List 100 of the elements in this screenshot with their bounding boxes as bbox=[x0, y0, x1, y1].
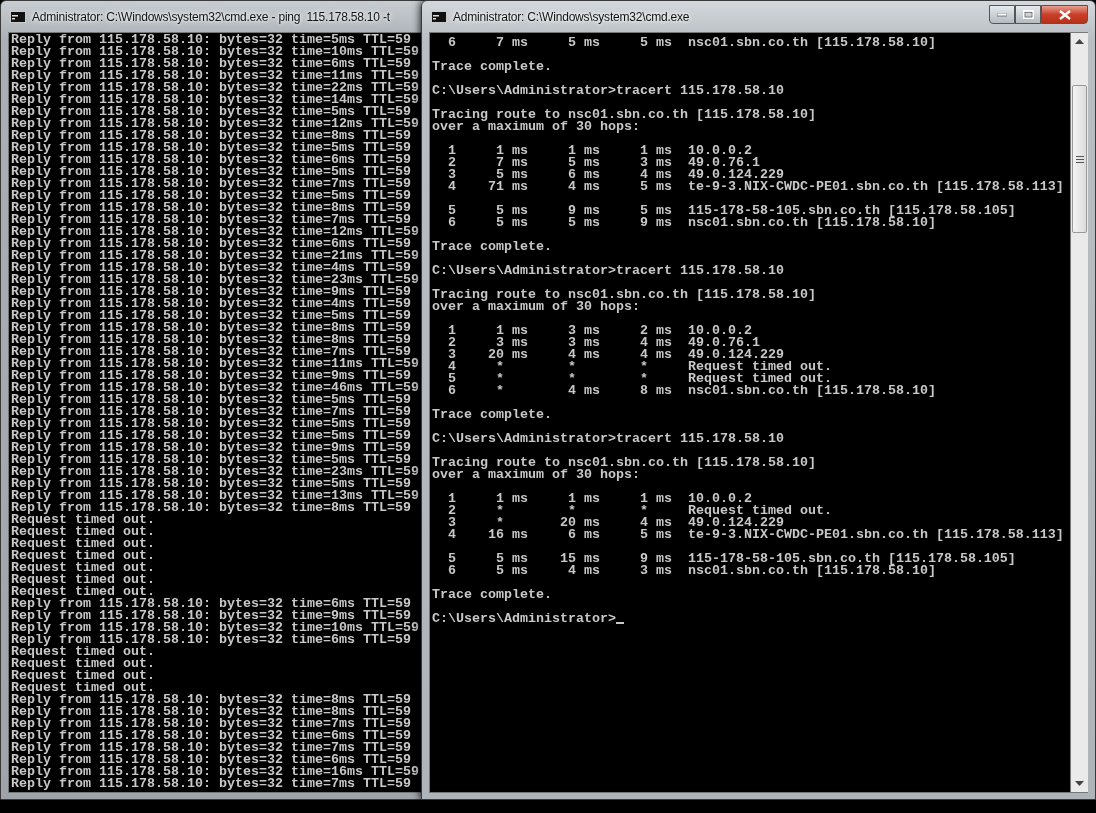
grip-icon bbox=[1075, 155, 1084, 163]
console-line: Request timed out. bbox=[11, 526, 155, 538]
console-line: Reply from 115.178.58.10: bytes=32 time=6ms TTL=59 bbox=[11, 58, 411, 70]
command-prompt[interactable]: C:\Users\Administrator> bbox=[432, 613, 616, 625]
scroll-up-icon[interactable] bbox=[1075, 39, 1084, 44]
maximize-button[interactable] bbox=[1015, 5, 1041, 24]
console-line: Request timed out. bbox=[11, 670, 155, 682]
console-line: Reply from 115.178.58.10: bytes=32 time=8ms TTL=59 bbox=[11, 502, 411, 514]
console-line: Reply from 115.178.58.10: bytes=32 time=6ms TTL=59 bbox=[11, 754, 411, 766]
console-line: 2 7 ms 5 ms 3 ms 49.0.76.1 bbox=[447, 157, 760, 169]
console-line: 6 5 ms 5 ms 9 ms nsc01.sbn.co.th [115.178.58.10] bbox=[447, 217, 936, 229]
console-line: over a maximum of 30 hops: bbox=[432, 121, 640, 133]
console-line: Trace complete. bbox=[432, 589, 552, 601]
console-line: Reply from 115.178.58.10: bytes=32 time=9ms TTL=59 bbox=[11, 610, 411, 622]
console-line: Reply from 115.178.58.10: bytes=32 time=5ms TTL=59 bbox=[11, 310, 411, 322]
console-line: 3 * 20 ms 4 ms 49.0.124.229 bbox=[447, 517, 784, 529]
console-line: Reply from 115.178.58.10: bytes=32 time=8ms TTL=59 bbox=[11, 130, 411, 142]
console-line: Reply from 115.178.58.10: bytes=32 time=5ms TTL=59 bbox=[11, 106, 411, 118]
console-line: Reply from 115.178.58.10: bytes=32 time=5ms TTL=59 bbox=[11, 478, 411, 490]
console-line: Reply from 115.178.58.10: bytes=32 time=5ms TTL=59 bbox=[11, 418, 411, 430]
console-line: Reply from 115.178.58.10: bytes=32 time=12ms TTL=59 bbox=[11, 118, 419, 130]
console-line: Reply from 115.178.58.10: bytes=32 time=23ms TTL=59 bbox=[11, 466, 419, 478]
console-line: 2 * * * Request timed out. bbox=[447, 505, 832, 517]
minimize-icon bbox=[997, 12, 1007, 17]
console-line: Reply from 115.178.58.10: bytes=32 time=14ms TTL=59 bbox=[11, 94, 419, 106]
console-line: 1 1 ms 3 ms 2 ms 10.0.0.2 bbox=[447, 325, 752, 337]
console-line: Reply from 115.178.58.10: bytes=32 time=7ms TTL=59 bbox=[11, 718, 411, 730]
console-line: Trace complete. bbox=[432, 61, 552, 73]
console-line: C:\Users\Administrator>tracert 115.178.58.10 bbox=[432, 85, 784, 97]
console-line: Reply from 115.178.58.10: bytes=32 time=9ms TTL=59 bbox=[11, 370, 411, 382]
console-line: 5 5 ms 9 ms 5 ms 115-178-58-105.sbn.co.th [115.178.58.105] bbox=[447, 205, 1016, 217]
console-line: 5 * * * Request timed out. bbox=[447, 373, 832, 385]
console-line: Reply from 115.178.58.10: bytes=32 time=16ms TTL=59 bbox=[11, 766, 419, 778]
console-line: Reply from 115.178.58.10: bytes=32 time=4ms TTL=59 bbox=[11, 262, 411, 274]
vertical-scrollbar[interactable] bbox=[1071, 32, 1088, 793]
console-line: Trace complete. bbox=[432, 241, 552, 253]
console-line: Reply from 115.178.58.10: bytes=32 time=11ms TTL=59 bbox=[11, 358, 419, 370]
console-line: 1 1 ms 1 ms 1 ms 10.0.0.2 bbox=[447, 145, 752, 157]
console-line: over a maximum of 30 hops: bbox=[432, 301, 640, 313]
console-line: 3 20 ms 4 ms 4 ms 49.0.124.229 bbox=[447, 349, 784, 361]
console-line: 3 5 ms 6 ms 4 ms 49.0.124.229 bbox=[447, 169, 784, 181]
console-line: Reply from 115.178.58.10: bytes=32 time=13ms TTL=59 bbox=[11, 490, 419, 502]
scrollbar-thumb[interactable] bbox=[1072, 85, 1087, 233]
console-line: 5 5 ms 15 ms 9 ms 115-178-58-105.sbn.co.th [115.178.58.105] bbox=[447, 553, 1016, 565]
console-line: 6 7 ms 5 ms 5 ms nsc01.sbn.co.th [115.178.58.10] bbox=[447, 37, 936, 49]
console-line: Reply from 115.178.58.10: bytes=32 time=10ms TTL=59 bbox=[11, 622, 419, 634]
console-line: Reply from 115.178.58.10: bytes=32 time=11ms TTL=59 bbox=[11, 70, 419, 82]
console-line: Reply from 115.178.58.10: bytes=32 time=7ms TTL=59 bbox=[11, 778, 411, 790]
console-line: C:\Users\Administrator>tracert 115.178.58.10 bbox=[432, 265, 784, 277]
console-line: Reply from 115.178.58.10: bytes=32 time=5ms TTL=59 bbox=[11, 394, 411, 406]
console-line: Reply from 115.178.58.10: bytes=32 time=8ms TTL=59 bbox=[11, 202, 411, 214]
console-line: Reply from 115.178.58.10: bytes=32 time=8ms TTL=59 bbox=[11, 694, 411, 706]
console-line: Reply from 115.178.58.10: bytes=32 time=12ms TTL=59 bbox=[11, 226, 419, 238]
console-line: Reply from 115.178.58.10: bytes=32 time=6ms TTL=59 bbox=[11, 634, 411, 646]
console-line: Reply from 115.178.58.10: bytes=32 time=23ms TTL=59 bbox=[11, 274, 419, 286]
scroll-down-icon[interactable] bbox=[1075, 781, 1084, 786]
console-line: Reply from 115.178.58.10: bytes=32 time=8ms TTL=59 bbox=[11, 334, 411, 346]
console-line: Reply from 115.178.58.10: bytes=32 time=6ms TTL=59 bbox=[11, 154, 411, 166]
console-line: Reply from 115.178.58.10: bytes=32 time=7ms TTL=59 bbox=[11, 178, 411, 190]
console-icon bbox=[431, 10, 447, 23]
console-line: 6 * 4 ms 8 ms nsc01.sbn.co.th [115.178.58.10] bbox=[447, 385, 936, 397]
console-line: Reply from 115.178.58.10: bytes=32 time=7ms TTL=59 bbox=[11, 346, 411, 358]
console-line: Trace complete. bbox=[432, 409, 552, 421]
console-line: Request timed out. bbox=[11, 682, 155, 694]
console-line: Request timed out. bbox=[11, 646, 155, 658]
console-line: 4 71 ms 4 ms 5 ms te-9-3.NIX-CWDC-PE01.sbn.co.th [115.178.58.113] bbox=[447, 181, 1064, 193]
console-icon bbox=[10, 10, 26, 23]
console-line: over a maximum of 30 hops: bbox=[432, 469, 640, 481]
console-line: Reply from 115.178.58.10: bytes=32 time=7ms TTL=59 bbox=[11, 406, 411, 418]
console-line: 4 16 ms 6 ms 5 ms te-9-3.NIX-CWDC-PE01.sbn.co.th [115.178.58.113] bbox=[447, 529, 1064, 541]
close-icon bbox=[1058, 9, 1071, 20]
console-line: Reply from 115.178.58.10: bytes=32 time=5ms TTL=59 bbox=[11, 190, 411, 202]
console-line: Reply from 115.178.58.10: bytes=32 time=8ms TTL=59 bbox=[11, 706, 411, 718]
window-title: Administrator: C:\Windows\system32\cmd.exe - ping 115.178.58.10 -t bbox=[32, 9, 390, 24]
console-line: Tracing route to nsc01.sbn.co.th [115.178.58.10] bbox=[432, 457, 816, 469]
console-line: Reply from 115.178.58.10: bytes=32 time=22ms TTL=59 bbox=[11, 82, 419, 94]
console-line: Reply from 115.178.58.10: bytes=32 time=5ms TTL=59 bbox=[11, 166, 411, 178]
console-line: 2 3 ms 3 ms 4 ms 49.0.76.1 bbox=[447, 337, 760, 349]
console-line: C:\Users\Administrator>tracert 115.178.58.10 bbox=[432, 433, 784, 445]
console-line: Reply from 115.178.58.10: bytes=32 time=5ms TTL=59 bbox=[11, 142, 411, 154]
console-line: 4 * * * Request timed out. bbox=[447, 361, 832, 373]
minimize-button[interactable] bbox=[989, 5, 1015, 24]
console-line: Reply from 115.178.58.10: bytes=32 time=8ms TTL=59 bbox=[11, 322, 411, 334]
console-line: Reply from 115.178.58.10: bytes=32 time=46ms TTL=59 bbox=[11, 382, 419, 394]
console-line: Reply from 115.178.58.10: bytes=32 time=21ms TTL=59 bbox=[11, 250, 419, 262]
console-line: Reply from 115.178.58.10: bytes=32 time=4ms TTL=59 bbox=[11, 298, 411, 310]
console-line: Reply from 115.178.58.10: bytes=32 time=9ms TTL=59 bbox=[11, 442, 411, 454]
console-line: Reply from 115.178.58.10: bytes=32 time=10ms TTL=59 bbox=[11, 46, 419, 58]
console-line: Tracing route to nsc01.sbn.co.th [115.178.58.10] bbox=[432, 109, 816, 121]
console-line: 1 1 ms 1 ms 1 ms 10.0.0.2 bbox=[447, 493, 752, 505]
console-line: Request timed out. bbox=[11, 538, 155, 550]
console-line: Reply from 115.178.58.10: bytes=32 time=7ms TTL=59 bbox=[11, 214, 411, 226]
close-button[interactable] bbox=[1041, 5, 1088, 24]
console-line: Reply from 115.178.58.10: bytes=32 time=6ms TTL=59 bbox=[11, 238, 411, 250]
console-line: Reply from 115.178.58.10: bytes=32 time=6ms TTL=59 bbox=[11, 598, 411, 610]
console-line: Reply from 115.178.58.10: bytes=32 time=9ms TTL=59 bbox=[11, 286, 411, 298]
console-line: Request timed out. bbox=[11, 514, 155, 526]
maximize-icon bbox=[1022, 10, 1034, 19]
console-line: Request timed out. bbox=[11, 562, 155, 574]
window-title: Administrator: C:\Windows\system32\cmd.exe bbox=[453, 9, 690, 24]
